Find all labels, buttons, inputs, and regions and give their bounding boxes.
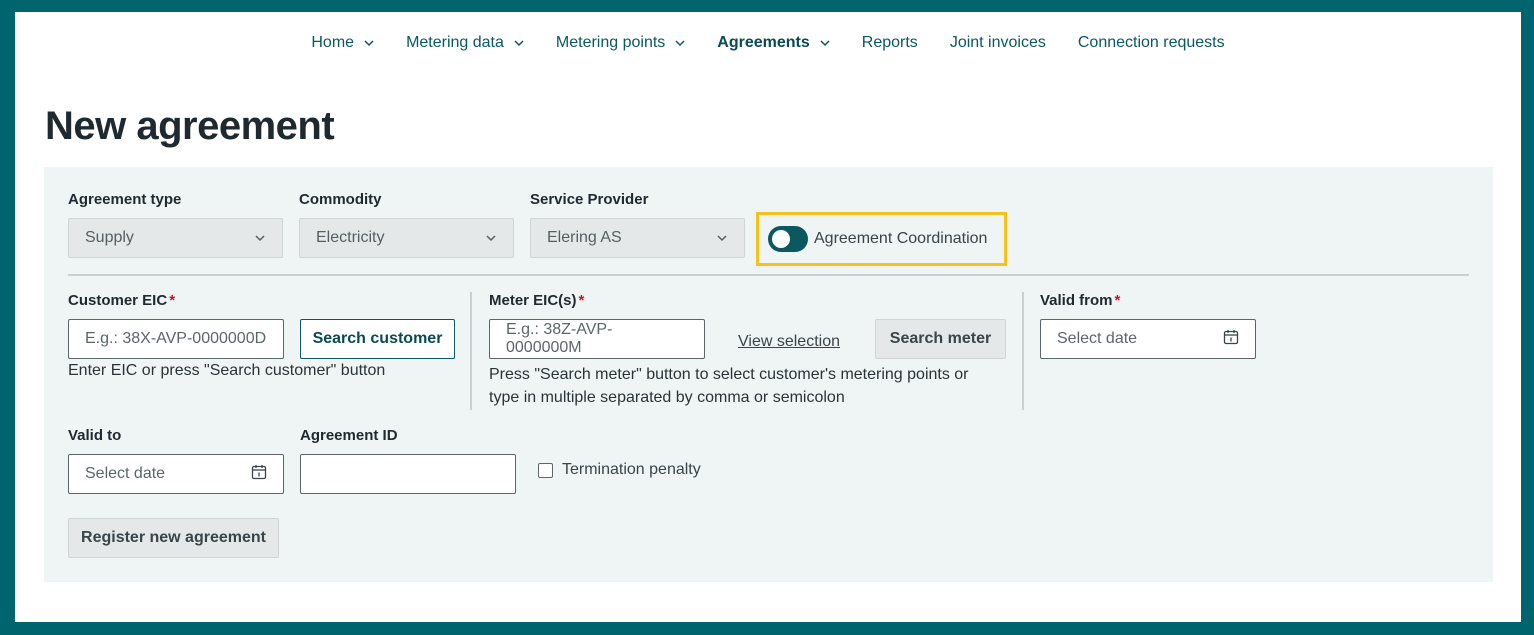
- agreement-id-input[interactable]: [300, 454, 516, 494]
- nav-item-metering-data[interactable]: Metering data: [406, 34, 524, 52]
- meter-eic-help-line: type in multiple separated by comma or s…: [489, 389, 845, 406]
- service-provider-value: Elering AS: [547, 229, 622, 246]
- chevron-down-icon: [820, 38, 830, 48]
- calendar-icon: [251, 464, 267, 485]
- valid-from-placeholder: Select date: [1057, 330, 1138, 347]
- service-provider-select[interactable]: Elering AS: [530, 218, 745, 258]
- customer-eic-placeholder: E.g.: 38X-AVP-0000000D: [85, 330, 267, 347]
- required-mark: *: [169, 292, 176, 309]
- column-divider: [1022, 292, 1024, 410]
- meter-eic-help: Press "Search meter" button to select cu…: [489, 365, 969, 408]
- meter-eic-placeholder: E.g.: 38Z-AVP-0000000M: [506, 321, 613, 356]
- nav-item-label: Metering points: [555, 34, 666, 51]
- nav-item-label: Metering data: [406, 34, 504, 51]
- register-new-agreement-button[interactable]: Register new agreement: [68, 518, 279, 558]
- commodity-label: Commodity: [299, 191, 382, 208]
- top-navigation: Home Metering data Metering points Agree…: [15, 34, 1521, 52]
- meter-eic-label-text: Meter EIC(s): [489, 292, 577, 309]
- required-mark: *: [1114, 292, 1121, 309]
- nav-item-joint-invoices[interactable]: Joint invoices: [950, 34, 1046, 52]
- agreement-type-label: Agreement type: [68, 191, 182, 208]
- valid-to-date-input[interactable]: Select date: [68, 454, 284, 494]
- meter-eic-input[interactable]: E.g.: 38Z-AVP-0000000M: [489, 319, 705, 359]
- nav-item-label: Agreements: [717, 34, 810, 51]
- search-customer-button[interactable]: Search customer: [300, 319, 455, 359]
- chevron-down-icon: [716, 234, 728, 242]
- agreement-id-label: Agreement ID: [300, 427, 398, 444]
- customer-eic-input[interactable]: E.g.: 38X-AVP-0000000D: [68, 319, 284, 359]
- nav-item-home[interactable]: Home: [311, 34, 374, 52]
- agreement-type-value: Supply: [85, 229, 134, 246]
- view-selection-link[interactable]: View selection: [738, 333, 840, 351]
- nav-item-connection-requests[interactable]: Connection requests: [1078, 34, 1225, 52]
- termination-penalty-label: Termination penalty: [562, 461, 701, 478]
- meter-eic-label: Meter EIC(s) *: [489, 292, 584, 309]
- nav-item-label: Home: [311, 34, 355, 51]
- agreement-type-select[interactable]: Supply: [68, 218, 283, 258]
- valid-to-placeholder: Select date: [85, 465, 166, 482]
- calendar-icon: [1223, 329, 1239, 350]
- chevron-down-icon: [675, 38, 685, 48]
- nav-item-label: Connection requests: [1077, 34, 1225, 51]
- agreement-form: Agreement type Supply Commodity Electric…: [44, 167, 1493, 582]
- chevron-down-icon: [485, 234, 497, 242]
- valid-to-label: Valid to: [68, 427, 122, 444]
- app-window: Home Metering data Metering points Agree…: [15, 12, 1521, 622]
- termination-penalty-checkbox[interactable]: [538, 462, 553, 478]
- nav-item-label: Reports: [861, 34, 918, 51]
- service-provider-label: Service Provider: [530, 191, 649, 208]
- meter-eic-help-line: Press "Search meter" button to select cu…: [489, 366, 969, 383]
- page-title: New agreement: [45, 104, 335, 148]
- valid-from-date-input[interactable]: Select date: [1040, 319, 1256, 359]
- agreement-coordination-label: Agreement Coordination: [814, 230, 988, 247]
- agreement-coordination-toggle[interactable]: [768, 226, 808, 252]
- nav-item-metering-points[interactable]: Metering points: [556, 34, 685, 52]
- valid-from-label: Valid from *: [1040, 292, 1120, 309]
- chevron-down-icon: [364, 38, 374, 48]
- customer-eic-help: Enter EIC or press "Search customer" but…: [68, 362, 386, 379]
- nav-item-agreements[interactable]: Agreements: [717, 34, 830, 52]
- customer-eic-label: Customer EIC *: [68, 292, 175, 309]
- commodity-value: Electricity: [316, 229, 385, 246]
- nav-item-reports[interactable]: Reports: [862, 34, 918, 52]
- commodity-select[interactable]: Electricity: [299, 218, 514, 258]
- search-meter-button[interactable]: Search meter: [875, 319, 1006, 359]
- section-divider: [68, 274, 1469, 276]
- chevron-down-icon: [254, 234, 266, 242]
- nav-item-label: Joint invoices: [949, 34, 1046, 51]
- column-divider: [470, 292, 472, 410]
- agreement-coordination-highlight: Agreement Coordination: [756, 212, 1007, 266]
- required-mark: *: [578, 292, 585, 309]
- valid-from-label-text: Valid from: [1040, 292, 1113, 309]
- customer-eic-label-text: Customer EIC: [68, 292, 168, 309]
- chevron-down-icon: [514, 38, 524, 48]
- termination-penalty-option[interactable]: Termination penalty: [538, 461, 701, 479]
